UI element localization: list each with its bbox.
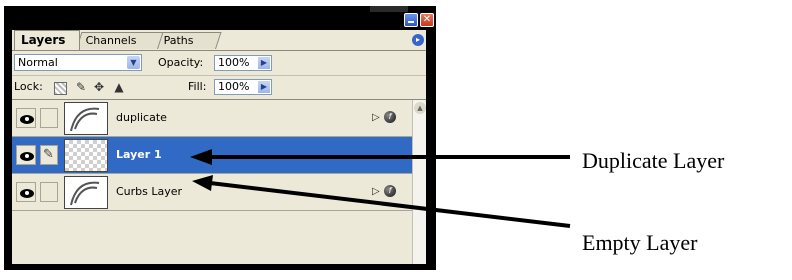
tab-layers[interactable]: Layers (14, 30, 80, 50)
eye-icon (20, 189, 34, 198)
layer-thumbnail (64, 176, 108, 209)
expand-effects-icon[interactable]: ▷ (372, 111, 380, 125)
blend-mode-value: Normal (18, 56, 58, 69)
duplicate-layer-callout: Duplicate Layer (582, 148, 725, 173)
layer-name: Curbs Layer (116, 185, 183, 198)
tab-layers-label: Layers (21, 33, 66, 47)
layer-effects-icon: f (384, 111, 396, 123)
chevron-down-icon[interactable]: ▼ (127, 56, 140, 69)
opacity-field[interactable]: 100% ▶ (214, 55, 272, 71)
link-cell[interactable] (40, 182, 58, 202)
layers-list: duplicate ▷ f ✎ Layer 1 Curbs Layer ▷ f … (12, 99, 426, 264)
layer-effects-icon: f (384, 185, 396, 197)
blend-controls: Normal ▼ Opacity: 100% ▶ (12, 52, 426, 76)
layer-row-layer-1[interactable]: ✎ Layer 1 (12, 137, 412, 174)
scroll-up-icon[interactable]: ▲ (414, 102, 426, 114)
visibility-toggle[interactable] (16, 108, 36, 128)
eye-icon (20, 152, 34, 161)
minimize-icon[interactable] (404, 13, 418, 27)
visibility-toggle[interactable] (16, 182, 36, 202)
layers-palette-window: ✕ Paths Channels Layers ▸ Normal ▼ Opaci… (4, 6, 436, 270)
empty-layer-callout: Empty Layer (582, 230, 698, 255)
close-icon[interactable]: ✕ (420, 13, 434, 27)
opacity-label: Opacity: (158, 56, 204, 69)
fill-value: 100% (218, 80, 250, 93)
palette-menu-icon[interactable]: ▸ (412, 34, 424, 46)
scrollbar[interactable]: ▲ (412, 100, 426, 264)
lock-controls: Lock: ✎ ✥ ▲ Fill: 100% ▶ (12, 75, 426, 100)
layer-name: duplicate (116, 111, 167, 124)
expand-effects-icon[interactable]: ▷ (372, 185, 380, 199)
link-cell[interactable] (40, 108, 58, 128)
lock-all-icon[interactable]: ▲ (112, 80, 126, 94)
fill-label: Fill: (188, 80, 207, 93)
layer-row-curbs[interactable]: Curbs Layer ▷ f (12, 174, 412, 211)
title-bar: ✕ (4, 6, 436, 30)
opacity-slider-arrow-icon[interactable]: ▶ (258, 57, 270, 69)
tab-paths-label: Paths (163, 34, 194, 47)
title-bar-grip (370, 6, 408, 12)
layer-thumbnail (64, 139, 108, 172)
layers-palette: Paths Channels Layers ▸ Normal ▼ Opacity… (12, 30, 426, 264)
fill-field[interactable]: 100% ▶ (214, 79, 272, 95)
visibility-toggle[interactable] (16, 145, 36, 165)
opacity-value: 100% (218, 56, 250, 69)
tab-channels[interactable]: Channels (76, 32, 164, 49)
lock-move-icon[interactable]: ✥ (92, 80, 106, 94)
tab-channels-label: Channels (85, 34, 137, 47)
fill-slider-arrow-icon[interactable]: ▶ (258, 81, 270, 93)
eye-icon (20, 115, 34, 124)
layer-row-duplicate[interactable]: duplicate ▷ f (12, 100, 412, 137)
blend-mode-select[interactable]: Normal ▼ (14, 54, 142, 71)
lock-paint-brush-icon[interactable]: ✎ (74, 80, 88, 94)
tab-strip: Paths Channels Layers ▸ (12, 30, 426, 51)
lock-label: Lock: (14, 80, 43, 93)
lock-transparency-icon[interactable] (54, 82, 67, 95)
layer-name: Layer 1 (116, 148, 162, 161)
link-cell[interactable]: ✎ (40, 145, 58, 165)
tab-paths[interactable]: Paths (154, 32, 222, 49)
paintbrush-icon: ✎ (43, 147, 54, 162)
layer-thumbnail (64, 102, 108, 135)
